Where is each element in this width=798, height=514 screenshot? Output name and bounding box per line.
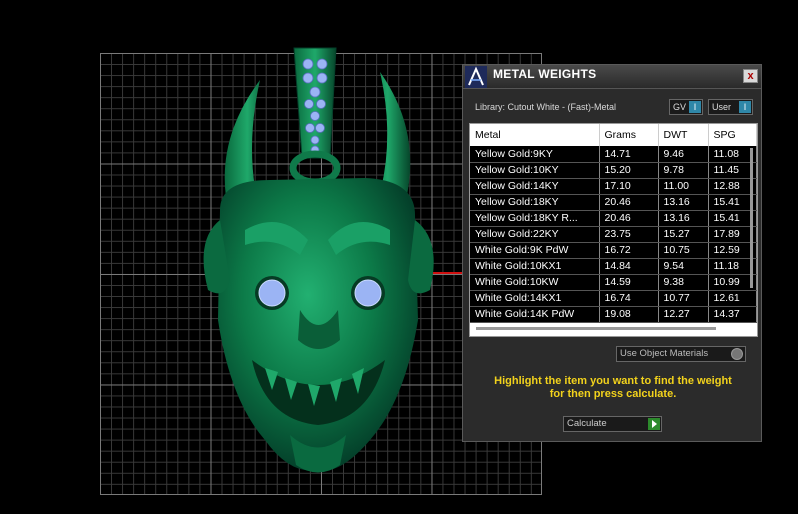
calculate-button[interactable]: Calculate xyxy=(563,416,662,432)
demon-mask-pendant-model[interactable] xyxy=(190,40,450,514)
table-row[interactable]: White Gold:10KX1 14.84 9.54 11.18 xyxy=(470,258,757,275)
metal-weights-table[interactable]: Metal Grams DWT SPG Yellow Gold:9KY 14.71… xyxy=(469,123,758,337)
cell-dwt: 13.16 xyxy=(658,210,709,227)
cell-grams: 14.84 xyxy=(599,258,659,275)
cell-metal: Yellow Gold:14KY xyxy=(470,178,600,195)
cell-metal: Yellow Gold:22KY xyxy=(470,226,600,243)
table-row[interactable]: White Gold:14KX1 16.74 10.77 12.61 xyxy=(470,290,757,307)
cell-metal: White Gold:10KX1 xyxy=(470,258,600,275)
cell-dwt: 9.46 xyxy=(658,146,709,163)
cell-metal: Yellow Gold:9KY xyxy=(470,146,600,163)
cell-grams: 14.59 xyxy=(599,274,659,291)
vertical-scroll-thumb[interactable] xyxy=(750,148,753,288)
column-header-dwt[interactable]: DWT xyxy=(658,124,709,146)
cell-dwt: 9.54 xyxy=(658,258,709,275)
table-vertical-scrollbar[interactable] xyxy=(749,146,755,316)
cell-metal: Yellow Gold:18KY R... xyxy=(470,210,600,227)
app-logo-icon xyxy=(465,66,487,88)
cell-dwt: 13.16 xyxy=(658,194,709,211)
cell-grams: 23.75 xyxy=(599,226,659,243)
panel-titlebar[interactable]: METAL WEIGHTS x xyxy=(463,65,761,89)
cell-grams: 19.08 xyxy=(599,306,659,323)
metal-weights-panel: METAL WEIGHTS x Library: Cutout White - … xyxy=(462,64,762,442)
cell-dwt: 10.75 xyxy=(658,242,709,259)
gv-toggle[interactable]: GV I xyxy=(669,99,703,115)
radio-icon xyxy=(731,348,743,360)
cell-dwt: 10.77 xyxy=(658,290,709,307)
instruction-line-2: for then press calculate. xyxy=(549,388,677,400)
column-header-metal[interactable]: Metal xyxy=(470,124,600,146)
table-row[interactable]: Yellow Gold:9KY 14.71 9.46 11.08 xyxy=(470,146,757,163)
table-row[interactable]: Yellow Gold:18KY 20.46 13.16 15.41 xyxy=(470,194,757,211)
table-row[interactable]: Yellow Gold:14KY 17.10 11.00 12.88 xyxy=(470,178,757,195)
cell-grams: 20.46 xyxy=(599,194,659,211)
cell-metal: Yellow Gold:10KY xyxy=(470,162,600,179)
cell-dwt: 11.00 xyxy=(658,178,709,195)
table-header-row: Metal Grams DWT SPG xyxy=(470,124,757,146)
user-toggle-label: User xyxy=(712,102,732,112)
table-row[interactable]: White Gold:14K PdW 19.08 12.27 14.37 xyxy=(470,306,757,323)
cell-dwt: 15.27 xyxy=(658,226,709,243)
cell-dwt: 9.38 xyxy=(658,274,709,291)
cell-grams: 17.10 xyxy=(599,178,659,195)
panel-title: METAL WEIGHTS xyxy=(493,67,597,81)
table-row[interactable]: Yellow Gold:22KY 23.75 15.27 17.89 xyxy=(470,226,757,243)
calculate-label: Calculate xyxy=(567,418,607,429)
play-arrow-icon xyxy=(648,418,660,430)
table-row[interactable]: White Gold:10KW 14.59 9.38 10.99 xyxy=(470,274,757,291)
cell-grams: 14.71 xyxy=(599,146,659,163)
library-label: Library: Cutout White - (Fast)-Metal xyxy=(475,102,617,112)
cell-grams: 16.74 xyxy=(599,290,659,307)
cell-metal: White Gold:14K PdW xyxy=(470,306,600,323)
cell-grams: 15.20 xyxy=(599,162,659,179)
use-object-materials-toggle[interactable]: Use Object Materials xyxy=(616,346,746,362)
cell-metal: Yellow Gold:18KY xyxy=(470,194,600,211)
instruction-text: Highlight the item you want to find the … xyxy=(473,375,753,401)
column-header-grams[interactable]: Grams xyxy=(599,124,659,146)
cell-grams: 20.46 xyxy=(599,210,659,227)
cell-metal: White Gold:14KX1 xyxy=(470,290,600,307)
use-object-materials-label: Use Object Materials xyxy=(620,348,709,359)
close-button[interactable]: x xyxy=(743,69,758,83)
user-toggle[interactable]: User I xyxy=(708,99,753,115)
column-header-spg[interactable]: SPG xyxy=(708,124,757,146)
cell-metal: White Gold:9K PdW xyxy=(470,242,600,259)
cell-grams: 16.72 xyxy=(599,242,659,259)
gv-toggle-label: GV xyxy=(673,102,687,112)
table-horizontal-scrollbar[interactable] xyxy=(476,327,716,330)
cell-dwt: 12.27 xyxy=(658,306,709,323)
instruction-line-1: Highlight the item you want to find the … xyxy=(494,375,732,387)
user-indicator-icon: I xyxy=(739,101,751,113)
table-row[interactable]: Yellow Gold:18KY R... 20.46 13.16 15.41 xyxy=(470,210,757,227)
gv-indicator-icon: I xyxy=(689,101,701,113)
cell-metal: White Gold:10KW xyxy=(470,274,600,291)
cell-dwt: 9.78 xyxy=(658,162,709,179)
table-row[interactable]: Yellow Gold:10KY 15.20 9.78 11.45 xyxy=(470,162,757,179)
table-row[interactable]: White Gold:9K PdW 16.72 10.75 12.59 xyxy=(470,242,757,259)
